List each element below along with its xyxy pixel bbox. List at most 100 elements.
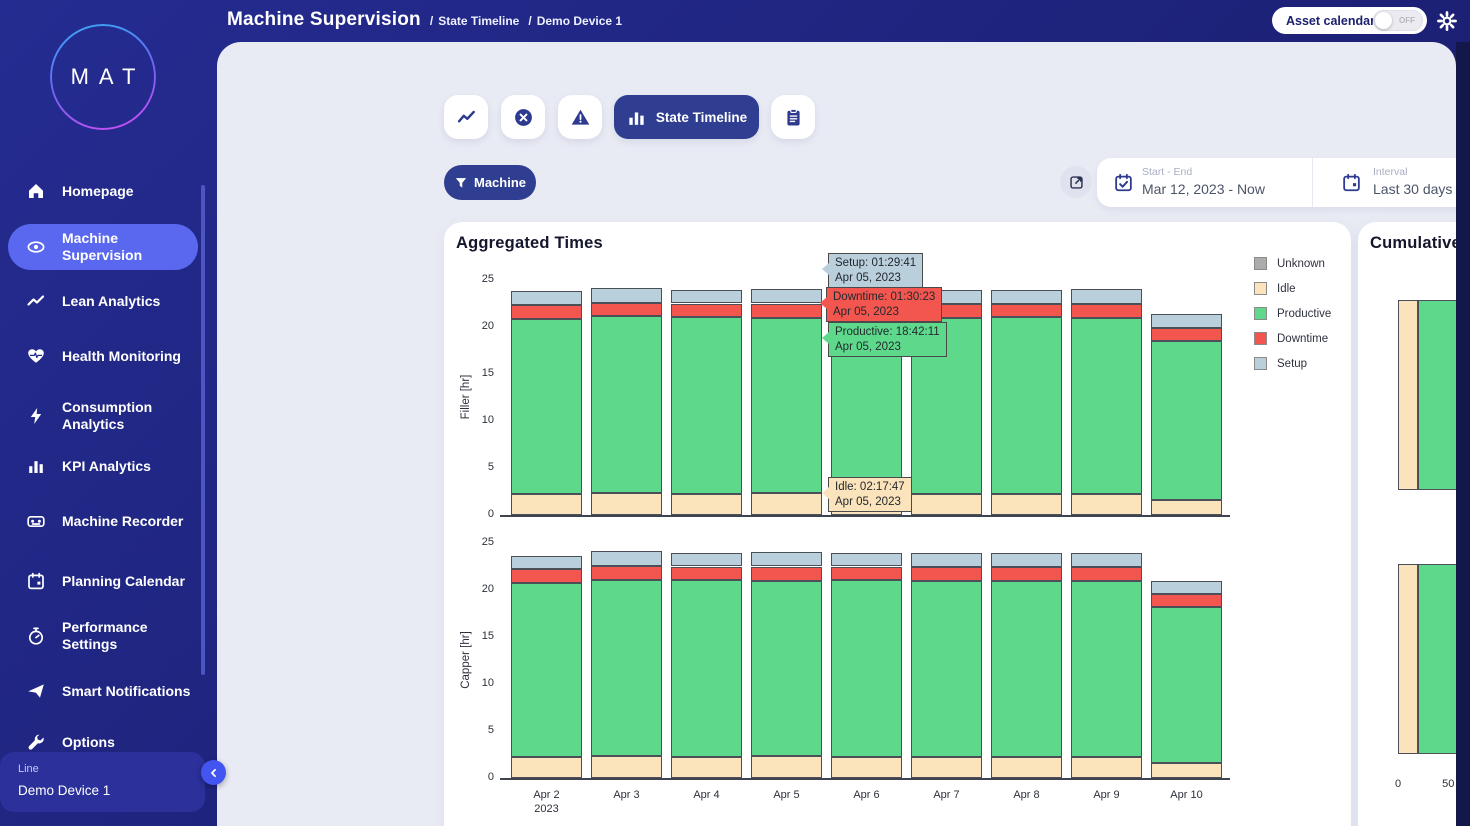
toolbar-button-circle-x[interactable] [501,95,545,139]
sidebar-item-planning-calendar[interactable]: Planning Calendar [0,559,205,603]
bar-segment-setup[interactable] [1151,314,1222,328]
bar-segment-setup[interactable] [1071,553,1142,567]
bar-segment-setup[interactable] [751,289,822,303]
bar-segment-idle[interactable] [591,493,662,515]
legend-item-productive[interactable]: Productive [1254,307,1331,320]
bar-segment-downtime[interactable] [591,566,662,580]
open-external-button[interactable] [1060,166,1092,198]
bar-segment-productive[interactable] [751,318,822,494]
toolbar-button-chart-line[interactable] [444,95,488,139]
toolbar-button-warning[interactable] [558,95,602,139]
bar-segment-setup[interactable] [591,551,662,565]
bar-segment-idle[interactable] [991,757,1062,778]
bar-segment-idle[interactable] [911,494,982,515]
filter-field-interval[interactable]: IntervalLast 30 days [1312,158,1470,207]
bar-segment-downtime[interactable] [1071,567,1142,580]
sidebar-item-kpi-analytics[interactable]: KPI Analytics [0,455,205,477]
toggle-track[interactable]: OFF [1373,10,1423,31]
bar-segment-productive[interactable] [1071,581,1142,758]
bar-segment-downtime[interactable] [511,305,582,319]
bar-segment-downtime[interactable] [671,567,742,580]
toolbar-button-clipboard[interactable] [771,95,815,139]
bar-segment-setup[interactable] [751,552,822,566]
bar-segment-downtime[interactable] [911,567,982,580]
sidebar-collapse-button[interactable] [201,760,226,785]
cumulative-segment-idle[interactable] [1398,300,1418,490]
bar-segment-idle[interactable] [511,494,582,515]
sidebar-item-performance-settings[interactable]: Performance Settings [0,614,205,658]
bar-segment-setup[interactable] [911,553,982,567]
sidebar-scrollbar[interactable] [201,185,205,675]
machine-filter-button[interactable]: Machine [444,165,536,200]
bar-segment-setup[interactable] [671,290,742,303]
bar-segment-productive[interactable] [1071,318,1142,495]
bar-segment-setup[interactable] [671,553,742,566]
bar-segment-productive[interactable] [1151,607,1222,763]
bar-segment-downtime[interactable] [751,567,822,581]
bar-segment-productive[interactable] [511,583,582,757]
bar-segment-idle[interactable] [911,757,982,778]
bar-segment-productive[interactable] [671,317,742,495]
bar-segment-downtime[interactable] [751,304,822,318]
bar-segment-idle[interactable] [1151,763,1222,778]
bar-segment-idle[interactable] [1071,757,1142,778]
bar-segment-idle[interactable] [1071,494,1142,515]
sidebar-item-smart-notifications[interactable]: Smart Notifications [0,669,205,713]
bar-segment-downtime[interactable] [591,303,662,316]
bar-segment-productive[interactable] [511,319,582,494]
bar-segment-downtime[interactable] [511,569,582,583]
bar-segment-productive[interactable] [591,316,662,494]
sidebar-item-health-monitoring[interactable]: Health Monitoring [0,345,205,367]
asset-calendar-toggle[interactable]: Asset calendar OFF [1272,7,1427,34]
bar-segment-downtime[interactable] [1151,594,1222,607]
bar-segment-setup[interactable] [511,291,582,305]
bar-segment-setup[interactable] [1151,581,1222,594]
bar-segment-productive[interactable] [591,580,662,757]
legend-item-setup[interactable]: Setup [1254,357,1307,370]
bar-segment-idle[interactable] [671,494,742,515]
bar-segment-downtime[interactable] [1071,304,1142,317]
bar-segment-setup[interactable] [991,553,1062,567]
sidebar-item-options[interactable]: Options [0,731,205,753]
bar-segment-productive[interactable] [991,581,1062,758]
bar-segment-setup[interactable] [511,556,582,569]
settings-gear-button[interactable] [1436,10,1458,32]
bar-segment-idle[interactable] [1151,500,1222,515]
cumulative-segment-idle[interactable] [1398,564,1418,754]
bar-segment-productive[interactable] [831,580,902,758]
sidebar-item-machine-recorder[interactable]: Machine Recorder [0,510,205,532]
bar-segment-idle[interactable] [831,757,902,778]
toolbar-button-state-timeline[interactable]: State Timeline [614,95,759,139]
bar-segment-setup[interactable] [1071,289,1142,304]
sidebar-item-lean-analytics[interactable]: Lean Analytics [0,290,205,312]
bar-segment-productive[interactable] [991,317,1062,495]
bar-segment-setup[interactable] [591,288,662,302]
bar-segment-productive[interactable] [1151,341,1222,500]
bar-segment-downtime[interactable] [991,304,1062,316]
bar-segment-idle[interactable] [751,756,822,778]
bar-segment-productive[interactable] [751,581,822,757]
bar-segment-productive[interactable] [911,581,982,758]
legend-item-idle[interactable]: Idle [1254,282,1296,295]
bar-segment-downtime[interactable] [831,567,902,580]
bar-segment-setup[interactable] [831,553,902,566]
bar-segment-idle[interactable] [671,757,742,778]
device-card[interactable]: Line Demo Device 1 [0,752,205,812]
bar-segment-productive[interactable] [671,580,742,758]
legend-item-unknown[interactable]: Unknown [1254,257,1325,270]
bar-segment-downtime[interactable] [991,567,1062,580]
bar-segment-idle[interactable] [991,494,1062,515]
aggregated-times-title: Aggregated Times [456,234,603,253]
bar-segment-downtime[interactable] [1151,328,1222,341]
bar-segment-idle[interactable] [591,756,662,778]
sidebar-item-consumption-analytics[interactable]: Consumption Analytics [0,394,205,438]
bar-segment-idle[interactable] [511,757,582,778]
sidebar-item-homepage[interactable]: Homepage [0,180,205,202]
legend-item-downtime[interactable]: Downtime [1254,332,1328,345]
filter-field-start-end[interactable]: Start - EndMar 12, 2023 - Now [1097,158,1312,207]
main-scrollbar[interactable] [1456,42,1470,826]
sidebar-item-machine-supervision[interactable]: Machine Supervision [0,224,205,270]
bar-segment-setup[interactable] [991,290,1062,304]
bar-segment-downtime[interactable] [671,304,742,317]
bar-segment-idle[interactable] [751,493,822,515]
